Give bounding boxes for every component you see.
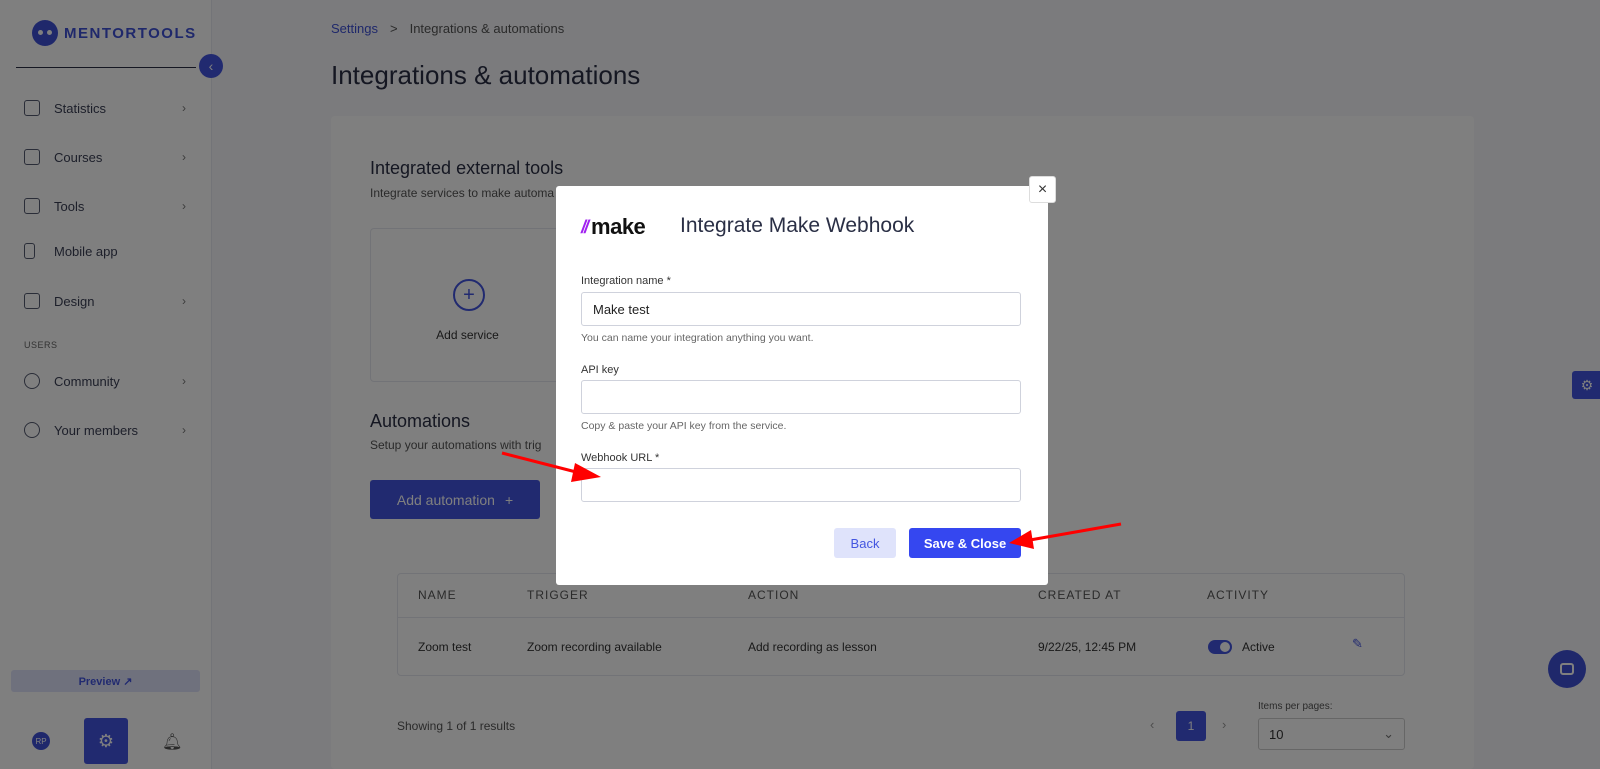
webhook-url-label: Webhook URL * <box>581 452 660 464</box>
make-logo: // make <box>581 214 646 240</box>
integration-name-input[interactable] <box>581 292 1021 326</box>
make-logo-word: make <box>591 214 646 239</box>
integration-name-label: Integration name * <box>581 275 671 287</box>
modal-title: Integrate Make Webhook <box>680 214 915 237</box>
integration-name-help: You can name your integration anything y… <box>581 332 814 344</box>
make-logo-icon: // <box>581 216 589 237</box>
back-button[interactable]: Back <box>834 528 896 558</box>
api-key-help: Copy & paste your API key from the servi… <box>581 420 787 432</box>
api-key-label: API key <box>581 364 619 376</box>
webhook-url-input[interactable] <box>581 468 1021 502</box>
close-icon[interactable]: × <box>1029 176 1056 203</box>
integrate-make-webhook-modal: // make Integrate Make Webhook Integrati… <box>556 186 1048 585</box>
save-and-close-button[interactable]: Save & Close <box>909 528 1021 558</box>
api-key-input[interactable] <box>581 380 1021 414</box>
